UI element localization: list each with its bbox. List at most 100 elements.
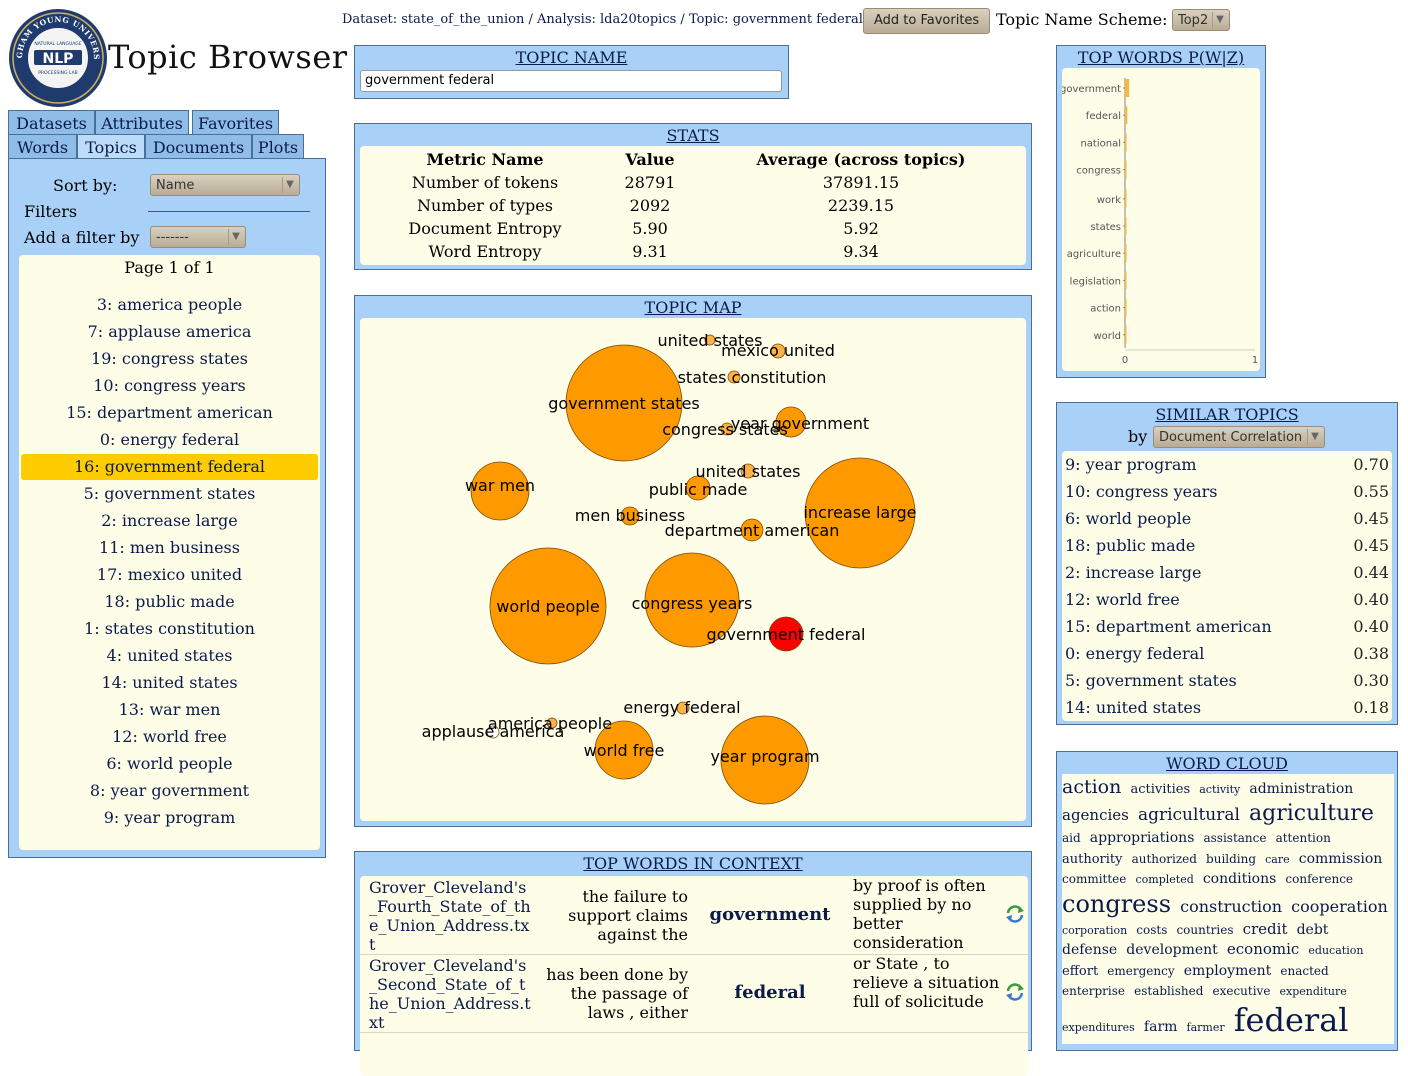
word-cloud-word[interactable]: federal bbox=[1234, 1001, 1349, 1039]
context-document-link[interactable]: Grover_Cleveland's_Second_State_of_the_U… bbox=[369, 956, 533, 1032]
topic-list-item[interactable]: 12: world free bbox=[21, 724, 318, 750]
topic-list-item[interactable]: 11: men business bbox=[21, 535, 318, 561]
breadcrumb-analysis[interactable]: Analysis: lda20topics bbox=[537, 12, 676, 27]
topic-list-item[interactable]: 17: mexico united bbox=[21, 562, 318, 588]
word-cloud-word[interactable]: employment bbox=[1184, 963, 1272, 979]
topic-map[interactable]: united states mexico united states constit… bbox=[360, 318, 1026, 821]
word-cloud-word[interactable]: emergency bbox=[1107, 964, 1174, 978]
word-cloud-word[interactable]: expenditures bbox=[1062, 1021, 1135, 1034]
similar-topic-name[interactable]: 14: united states bbox=[1065, 694, 1201, 721]
word-cloud-word[interactable]: countries bbox=[1176, 923, 1233, 937]
word-cloud-word[interactable]: credit bbox=[1243, 920, 1288, 938]
add-to-favorites-button[interactable]: Add to Favorites bbox=[863, 8, 991, 34]
word-cloud-word[interactable]: effort bbox=[1062, 964, 1098, 979]
tab-datasets[interactable]: Datasets bbox=[8, 110, 95, 134]
topic-list-item[interactable]: 3: america people bbox=[21, 292, 318, 318]
word-cloud-word[interactable]: activities bbox=[1130, 782, 1190, 797]
similar-topic-name[interactable]: 6: world people bbox=[1065, 505, 1191, 532]
word-cloud-word[interactable]: committee bbox=[1062, 872, 1126, 886]
topic-list-item[interactable]: 15: department american bbox=[21, 400, 318, 426]
word-cloud-word[interactable]: assistance bbox=[1203, 831, 1266, 845]
breadcrumb-dataset[interactable]: Dataset: state_of_the_union bbox=[342, 12, 524, 27]
similar-topic-row[interactable]: 2: increase large 0.44 bbox=[1062, 559, 1392, 586]
similar-topic-row[interactable]: 14: united states 0.18 bbox=[1062, 694, 1392, 721]
context-document-link[interactable]: Grover_Cleveland's_Fourth_State_of_the_U… bbox=[369, 878, 533, 954]
tab-documents[interactable]: Documents bbox=[145, 134, 252, 158]
word-cloud-word[interactable]: agricultural bbox=[1138, 805, 1240, 825]
topic-name-input[interactable]: government federal bbox=[360, 70, 782, 92]
word-cloud-word[interactable]: future bbox=[1318, 1043, 1362, 1044]
word-cloud-word[interactable]: aid bbox=[1062, 831, 1081, 845]
word-cloud-word[interactable]: financial bbox=[1112, 1041, 1177, 1044]
topic-list-item[interactable]: 10: congress years bbox=[21, 373, 318, 399]
similar-topic-name[interactable]: 9: year program bbox=[1065, 451, 1197, 478]
similar-topic-row[interactable]: 15: department american 0.40 bbox=[1062, 613, 1392, 640]
word-cloud-word[interactable]: expenditure bbox=[1280, 985, 1347, 998]
word-cloud-word[interactable]: congress bbox=[1062, 890, 1171, 918]
word-cloud-word[interactable]: authorized bbox=[1132, 852, 1197, 866]
word-cloud-word[interactable]: action bbox=[1062, 776, 1121, 798]
topic-list-item[interactable]: 9: year program bbox=[21, 805, 318, 831]
topic-list-item[interactable]: 4: united states bbox=[21, 643, 318, 669]
word-cloud-word[interactable]: building bbox=[1206, 852, 1256, 866]
similar-topic-name[interactable]: 15: department american bbox=[1065, 613, 1272, 640]
topic-list-item[interactable]: 1: states constitution bbox=[21, 616, 318, 642]
word-cloud-word[interactable]: care bbox=[1265, 853, 1290, 866]
word-cloud-word[interactable]: executive bbox=[1212, 984, 1270, 998]
word-cloud-word[interactable]: farmer bbox=[1187, 1021, 1225, 1034]
word-cloud-word[interactable]: development bbox=[1126, 942, 1218, 958]
tab-favorites[interactable]: Favorites bbox=[192, 110, 279, 134]
add-filter-select[interactable]: ------- ▼ bbox=[150, 226, 246, 248]
topic-list-item[interactable]: 8: year government bbox=[21, 778, 318, 804]
word-cloud-word[interactable]: cooperation bbox=[1291, 897, 1388, 916]
word-cloud-word[interactable]: agencies bbox=[1062, 806, 1129, 824]
topic-list-item[interactable]: 19: congress states bbox=[21, 346, 318, 372]
word-cloud-word[interactable]: costs bbox=[1136, 923, 1167, 937]
similar-topic-name[interactable]: 2: increase large bbox=[1065, 559, 1201, 586]
similar-topic-name[interactable]: 5: government states bbox=[1065, 667, 1237, 694]
tab-attributes[interactable]: Attributes bbox=[95, 110, 189, 134]
word-cloud-word[interactable]: enacted bbox=[1280, 964, 1328, 978]
word-cloud-word[interactable]: agriculture bbox=[1249, 801, 1374, 826]
word-cloud-word[interactable]: defense bbox=[1062, 942, 1117, 958]
similar-topic-row[interactable]: 0: energy federal 0.38 bbox=[1062, 640, 1392, 667]
word-cloud-word[interactable]: forces bbox=[1186, 1043, 1230, 1044]
similar-topic-row[interactable]: 12: world free 0.40 bbox=[1062, 586, 1392, 613]
word-cloud-word[interactable]: activity bbox=[1199, 783, 1240, 796]
similar-topic-name[interactable]: 0: energy federal bbox=[1065, 640, 1204, 667]
word-cloud-word[interactable]: enterprise bbox=[1062, 984, 1125, 998]
word-cloud-word[interactable]: construction bbox=[1180, 897, 1282, 916]
word-cloud-word[interactable]: attention bbox=[1276, 831, 1331, 845]
similar-topic-name[interactable]: 10: congress years bbox=[1065, 478, 1218, 505]
topic-list-item[interactable]: 18: public made bbox=[21, 589, 318, 615]
word-cloud-word[interactable]: commission bbox=[1299, 851, 1383, 867]
topic-list-item[interactable]: 14: united states bbox=[21, 670, 318, 696]
word-cloud-word[interactable]: administration bbox=[1249, 781, 1353, 797]
topic-list-item[interactable]: 16: government federal bbox=[21, 454, 318, 480]
tab-plots[interactable]: Plots bbox=[252, 134, 304, 158]
word-cloud-word[interactable]: appropriations bbox=[1090, 830, 1195, 846]
topic-list-item[interactable]: 7: applause america bbox=[21, 319, 318, 345]
similar-topic-row[interactable]: 6: world people 0.45 bbox=[1062, 505, 1392, 532]
similar-topic-row[interactable]: 9: year program 0.70 bbox=[1062, 451, 1392, 478]
topic-list-item[interactable]: 13: war men bbox=[21, 697, 318, 723]
word-cloud-word[interactable]: corporation bbox=[1062, 924, 1127, 937]
similar-by-select[interactable]: Document Correlation ▼ bbox=[1153, 426, 1325, 448]
refresh-icon[interactable] bbox=[1004, 903, 1026, 925]
topic-list-item[interactable]: 0: energy federal bbox=[21, 427, 318, 453]
similar-topic-name[interactable]: 18: public made bbox=[1065, 532, 1195, 559]
topic-list-item[interactable]: 5: government states bbox=[21, 481, 318, 507]
similar-topic-name[interactable]: 12: world free bbox=[1065, 586, 1180, 613]
topic-list-item[interactable]: 6: world people bbox=[21, 751, 318, 777]
word-cloud-word[interactable]: education bbox=[1308, 944, 1363, 957]
similar-topic-row[interactable]: 18: public made 0.45 bbox=[1062, 532, 1392, 559]
word-cloud-word[interactable]: debt bbox=[1297, 922, 1329, 938]
word-cloud-word[interactable]: established bbox=[1134, 984, 1203, 998]
word-cloud-word[interactable]: economic bbox=[1227, 940, 1299, 958]
topic-list-item[interactable]: 2: increase large bbox=[21, 508, 318, 534]
sort-by-select[interactable]: Name ▼ bbox=[150, 174, 300, 196]
breadcrumb-topic[interactable]: Topic: government federal bbox=[689, 12, 863, 27]
word-cloud-word[interactable]: authority bbox=[1062, 852, 1123, 867]
similar-topic-row[interactable]: 10: congress years 0.55 bbox=[1062, 478, 1392, 505]
similar-topic-row[interactable]: 5: government states 0.30 bbox=[1062, 667, 1392, 694]
